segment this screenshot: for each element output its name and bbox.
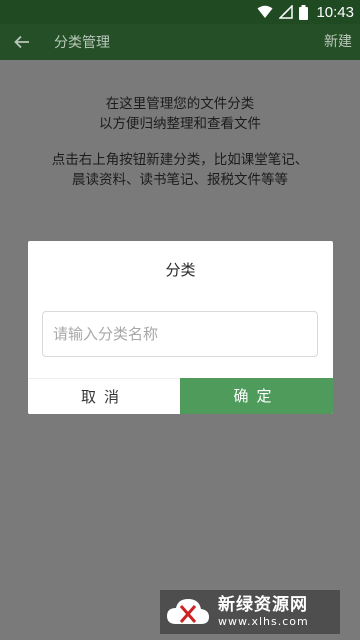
hint-block-2: 点击右上角按钮新建分类，比如课堂笔记、 晨读资料、读书笔记、报税文件等等 [0,150,360,190]
hint-line-4: 晨读资料、读书笔记、报税文件等等 [72,172,288,188]
cancel-button[interactable]: 取消 [28,378,180,414]
hint-block-1: 在这里管理您的文件分类 以方便归纳整理和查看文件 [0,94,360,134]
watermark: 新绿资源网 www.xlhs.com [160,590,340,634]
dialog-buttons: 取消 确定 [28,378,333,414]
page-title: 分类管理 [54,35,110,51]
category-dialog: 分类 取消 确定 [28,241,333,414]
cloud-logo-icon [167,599,209,624]
wifi-icon [257,5,273,19]
hint-line-1: 在这里管理您的文件分类 [105,96,255,112]
new-category-button[interactable]: 新建 [324,24,352,60]
signal-icon [279,5,294,19]
status-bar: 10:43 [0,0,360,24]
hint-line-2: 以方便归纳整理和查看文件 [99,116,261,132]
dialog-title: 分类 [165,261,196,279]
watermark-title: 新绿资源网 [218,595,308,615]
arrow-left-icon[interactable] [2,24,42,60]
confirm-button[interactable]: 确定 [180,378,333,414]
hint-line-3: 点击右上角按钮新建分类，比如课堂笔记、 [51,152,309,168]
app-bar: 分类管理 新建 [0,24,360,60]
watermark-text: 新绿资源网 www.xlhs.com [218,595,309,629]
battery-icon [299,4,309,20]
status-time: 10:43 [316,3,354,21]
category-name-input[interactable] [42,311,318,357]
watermark-url: www.xlhs.com [218,615,309,628]
